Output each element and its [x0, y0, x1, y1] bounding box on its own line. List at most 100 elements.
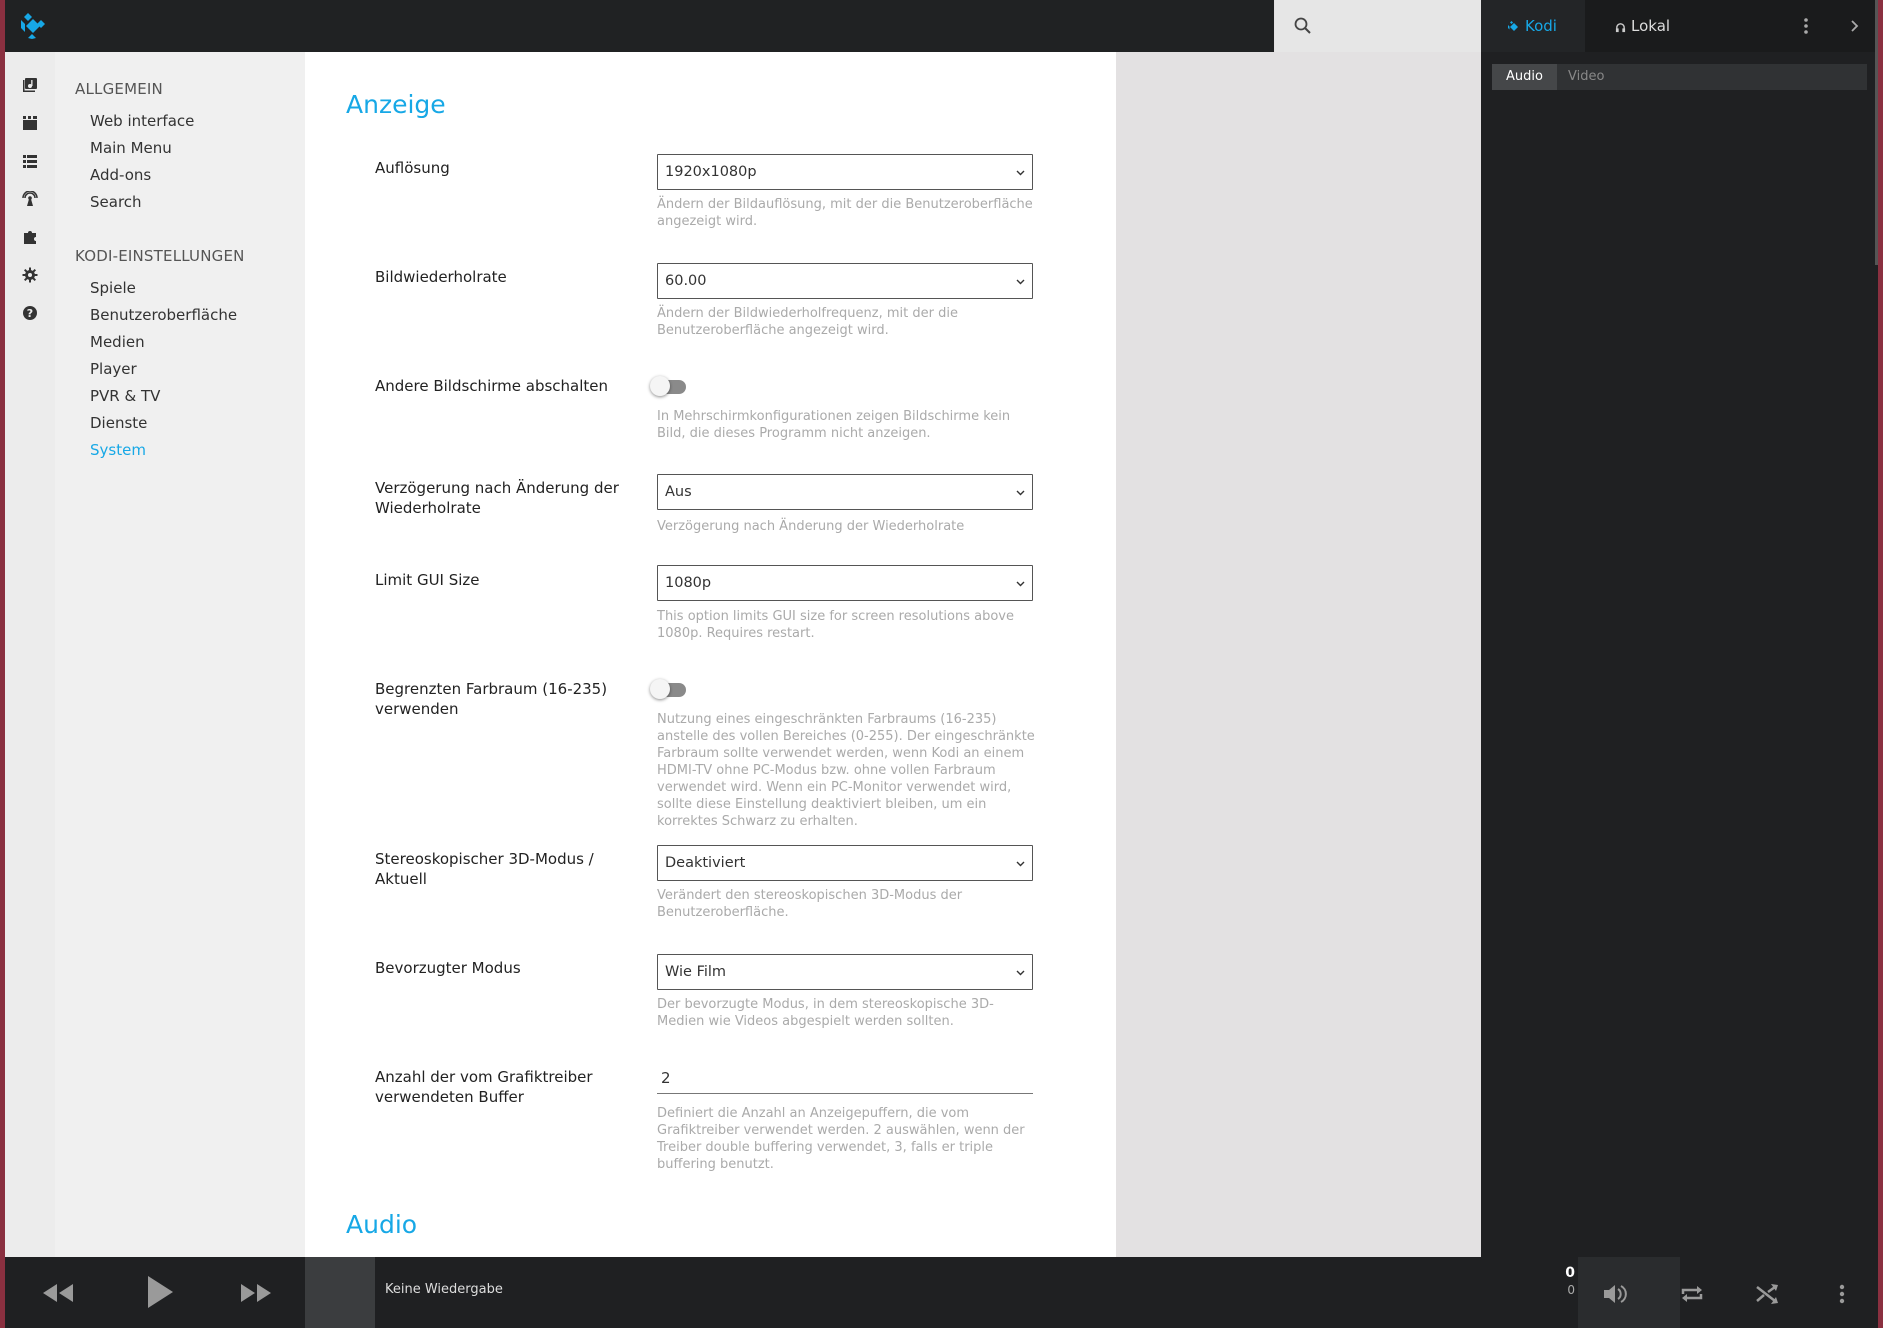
stereo-3d-mode-select[interactable]: Deaktiviert [657, 845, 1033, 881]
buffer-count-input[interactable] [657, 1062, 1033, 1094]
top-bar [5, 0, 1274, 52]
shuffle-icon [1756, 1284, 1778, 1304]
settings-content: Anzeige Auflösung 1920x1080p Ändern der … [305, 52, 1116, 1257]
nav-item-system[interactable]: System [90, 441, 146, 459]
chevron-right-icon[interactable] [1843, 14, 1867, 38]
volume-icon [1604, 1285, 1627, 1303]
nav-item-search[interactable]: Search [90, 193, 142, 211]
fast-forward-button[interactable] [231, 1275, 281, 1311]
nav-section-kodi-einstellungen: KODI-EINSTELLUNGEN [75, 247, 245, 265]
panel-tabs: Kodi Lokal [1481, 0, 1878, 52]
settings-gear-icon[interactable] [20, 265, 40, 285]
setting-label-aufloesung: Auflösung [375, 159, 450, 177]
setting-label-bildwiederholrate: Bildwiederholrate [375, 268, 507, 286]
setting-desc-aufloesung: Ändern der Bildauflösung, mit der die Be… [657, 197, 1033, 229]
resolution-select[interactable]: 1920x1080p [657, 154, 1033, 190]
player-more-button[interactable] [1827, 1279, 1857, 1309]
setting-label-verzoegerung: Verzögerung nach Änderung der Wiederholr… [375, 479, 619, 517]
search-input[interactable] [1323, 10, 1473, 42]
app-window: ? ALLGEMEIN Web interface Main Menu Add-… [5, 0, 1878, 1328]
toggle-knob [650, 376, 670, 396]
nav-item-benutzeroberflaeche[interactable]: Benutzeroberfläche [90, 306, 237, 324]
tab-kodi[interactable]: Kodi [1481, 0, 1585, 52]
limit-gui-size-select[interactable]: 1080p [657, 565, 1033, 601]
tab-lokal[interactable]: Lokal [1585, 0, 1705, 52]
playback-time: 0 0 [1545, 1265, 1575, 1297]
play-icon [148, 1276, 173, 1308]
nav-section-allgemein: ALLGEMEIN [75, 80, 163, 98]
rewind-button[interactable] [33, 1275, 83, 1311]
setting-label-begrenzter-farbraum: Begrenzten Farbraum (16-235) verwenden [375, 680, 608, 718]
toggle-knob [650, 679, 670, 699]
repeat-button[interactable] [1675, 1279, 1709, 1309]
repeat-icon [1681, 1286, 1703, 1302]
limited-color-range-toggle[interactable] [650, 678, 688, 700]
volume-button[interactable] [1600, 1279, 1630, 1309]
limit-gui-size-select-value: 1080p [665, 575, 712, 591]
nav-item-dienste[interactable]: Dienste [90, 414, 147, 432]
addons-puzzle-icon[interactable] [20, 227, 40, 247]
more-vertical-icon[interactable] [1794, 14, 1818, 38]
preferred-mode-select[interactable]: Wie Film [657, 954, 1033, 990]
shuffle-button[interactable] [1750, 1279, 1784, 1309]
delay-refresh-select-value: Aus [665, 484, 692, 500]
section-title-anzeige: Anzeige [346, 90, 446, 119]
headphones-icon [1615, 23, 1626, 33]
delay-refresh-select[interactable]: Aus [657, 474, 1033, 510]
setting-desc-stereo-3d-mode: Verändert den stereoskopischen 3D-Modus … [657, 888, 963, 920]
svg-text:?: ? [27, 307, 33, 320]
search-icon[interactable] [1293, 16, 1313, 36]
chevron-down-icon [1016, 581, 1025, 587]
rewind-icon [43, 1284, 73, 1302]
tab-lokal-label: Lokal [1631, 17, 1671, 35]
panel-subtabs: Audio Video [1492, 64, 1867, 90]
chevron-down-icon [1016, 970, 1025, 976]
resolution-select-value: 1920x1080p [665, 164, 757, 180]
chevron-down-icon [1016, 861, 1025, 867]
setting-desc-andere-bildschirme: In Mehrschirmkonfigurationen zeigen Bild… [657, 409, 1011, 441]
setting-desc-anzahl-buffer: Definiert die Anzahl an Anzeigepuffern, … [657, 1106, 1025, 1172]
setting-desc-bildwiederholrate: Ändern der Bildwiederholfrequenz, mit de… [657, 306, 958, 338]
nav-item-add-ons[interactable]: Add-ons [90, 166, 151, 184]
preferred-mode-select-value: Wie Film [665, 964, 727, 980]
chevron-down-icon [1016, 170, 1025, 176]
stereo-3d-mode-select-value: Deaktiviert [665, 855, 746, 871]
kodi-logo-icon[interactable] [19, 12, 47, 40]
subtab-audio[interactable]: Audio [1492, 64, 1557, 90]
player-bar: Keine Wiedergabe 0 0 [5, 1257, 1878, 1328]
now-playing-thumbnail [305, 1257, 375, 1328]
fast-forward-icon [241, 1284, 271, 1302]
music-library-icon[interactable] [20, 75, 40, 95]
playlist-icon[interactable] [20, 151, 40, 171]
setting-label-bevorzugter-modus: Bevorzugter Modus [375, 959, 521, 977]
setting-label-anzahl-buffer: Anzahl der vom Grafiktreiber verwendeten… [375, 1068, 593, 1106]
help-icon[interactable]: ? [20, 303, 40, 323]
setting-desc-limit-gui-size: This option limits GUI size for screen r… [657, 609, 1014, 641]
refresh-rate-select[interactable]: 60.00 [657, 263, 1033, 299]
tab-kodi-label: Kodi [1525, 17, 1557, 35]
nav-item-web-interface[interactable]: Web interface [90, 112, 194, 130]
kodi-logo-icon [1508, 21, 1518, 31]
time-current: 0 [1565, 1265, 1575, 1281]
setting-desc-begrenzter-farbraum: Nutzung eines eingeschränkten Farbraums … [657, 712, 1035, 829]
nav-item-medien[interactable]: Medien [90, 333, 145, 351]
setting-label-stereo-3d-mode: Stereoskopischer 3D-Modus / Aktuell [375, 850, 594, 888]
broadcast-icon[interactable] [20, 189, 40, 209]
volume-area [1578, 1257, 1680, 1328]
play-button[interactable] [135, 1269, 185, 1315]
more-vertical-icon [1839, 1284, 1845, 1304]
nav-item-player[interactable]: Player [90, 360, 137, 378]
panel-scrollbar[interactable] [1875, 0, 1878, 265]
movies-icon[interactable] [20, 113, 40, 133]
blank-displays-toggle[interactable] [650, 375, 688, 397]
settings-nav: ALLGEMEIN Web interface Main Menu Add-on… [55, 52, 305, 1257]
time-total: 0 [1567, 1283, 1575, 1297]
nav-item-spiele[interactable]: Spiele [90, 279, 136, 297]
setting-label-andere-bildschirme: Andere Bildschirme abschalten [375, 377, 609, 395]
subtab-video[interactable]: Video [1554, 64, 1618, 90]
icon-rail: ? [5, 52, 55, 1257]
setting-desc-verzoegerung: Verzögerung nach Änderung der Wiederholr… [657, 519, 965, 534]
chevron-down-icon [1016, 279, 1025, 285]
nav-item-main-menu[interactable]: Main Menu [90, 139, 172, 157]
nav-item-pvr-tv[interactable]: PVR & TV [90, 387, 160, 405]
